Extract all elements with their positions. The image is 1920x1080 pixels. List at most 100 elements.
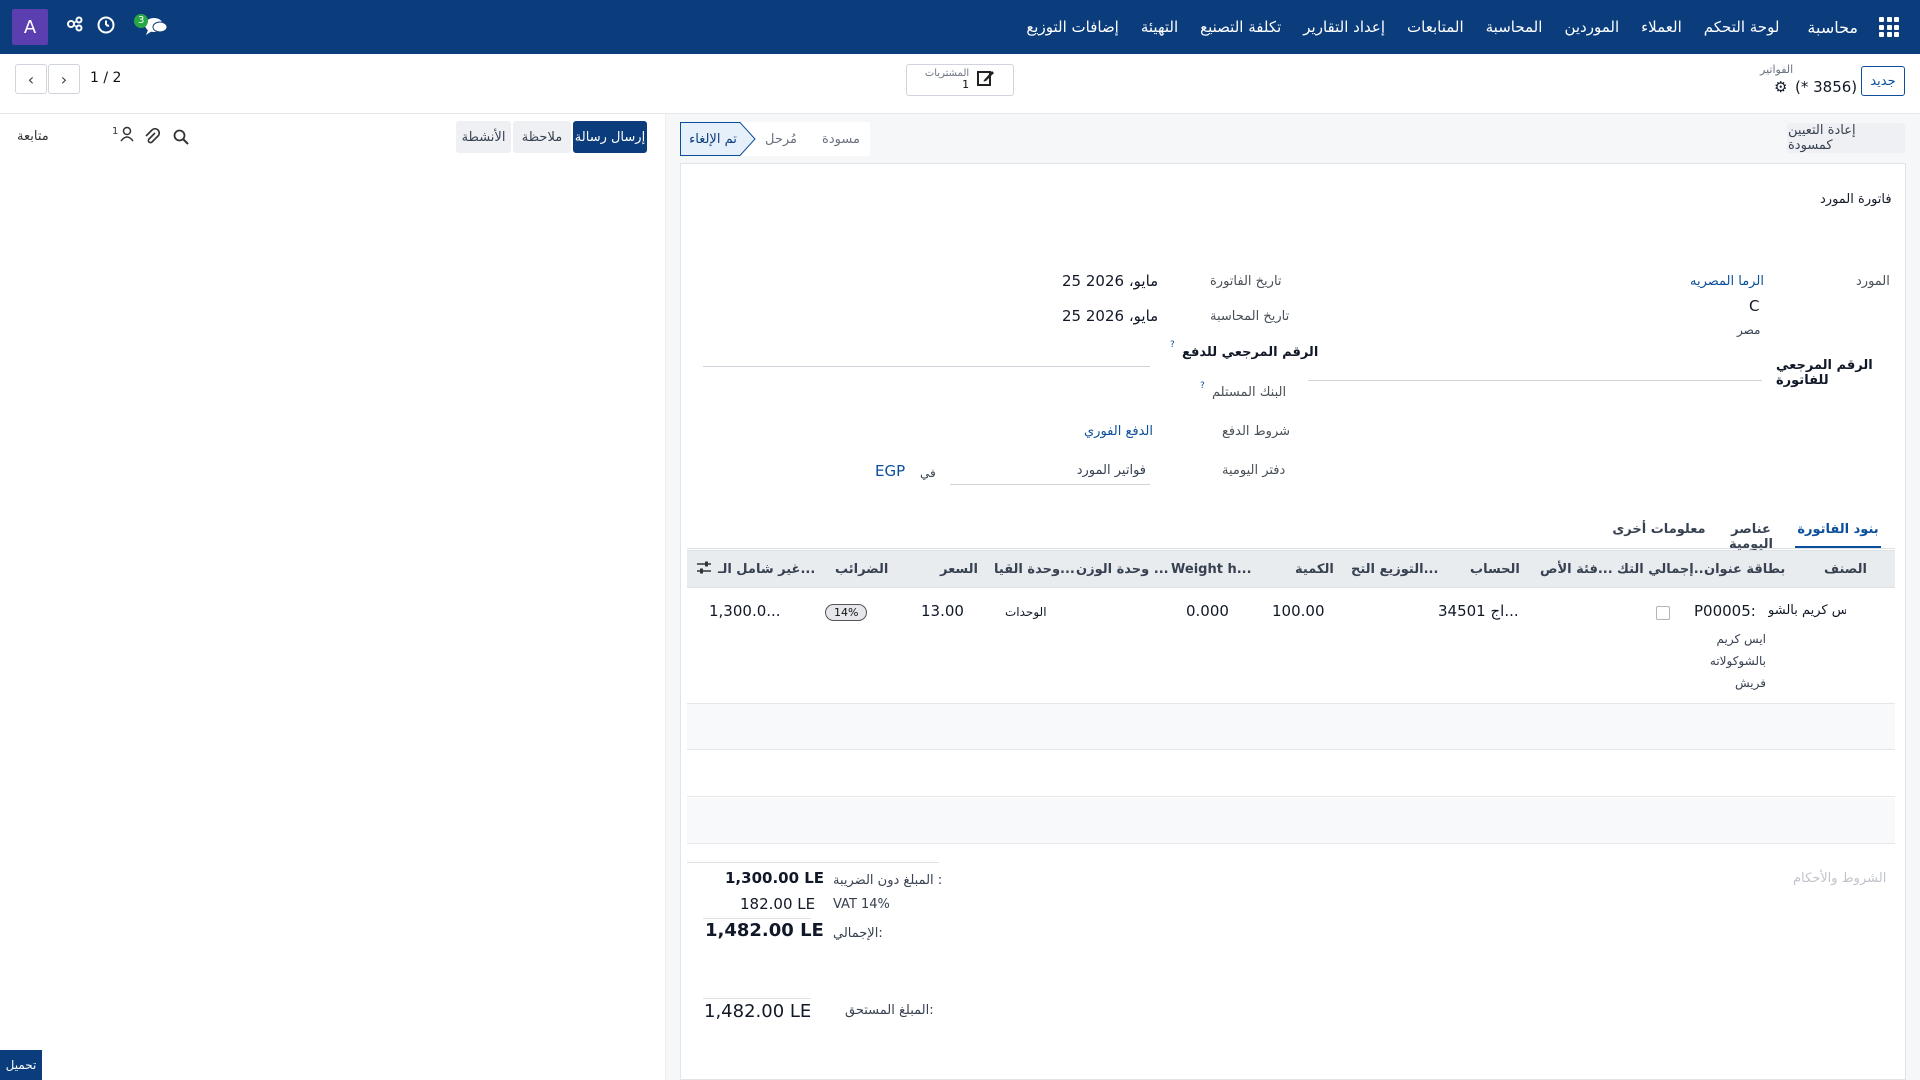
amount-due-value: 1,482.00 LE — [704, 1001, 812, 1022]
control-panel: جديد الفواتير (* 3856) ⚙ المشتريات 1 ‹ ›… — [0, 54, 1920, 114]
stage-draft[interactable]: مسودة — [812, 122, 870, 156]
th-analytic-distribution[interactable]: التوزيع التح... — [1351, 562, 1438, 577]
payment-reference-input[interactable] — [703, 366, 1150, 367]
payment-ref-help-icon[interactable]: ? — [1170, 340, 1175, 350]
status-stages: مسودة مُرحل تم الإلغاء — [680, 122, 870, 156]
accounting-date-value[interactable]: 25 مايو، 2026 — [1062, 307, 1158, 325]
vendor-address-line: C — [1749, 297, 1760, 315]
invoice-reference-input[interactable] — [1308, 380, 1762, 381]
total-value: 1,482.00 LE — [705, 920, 824, 941]
vat-value: 182.00 LE — [740, 895, 816, 913]
recipient-bank-label: البنك المستلم — [1212, 385, 1287, 400]
row-account[interactable]: 34501 اج... — [1438, 602, 1519, 620]
row-weight[interactable]: 0.000 — [1186, 602, 1229, 620]
menu-item-vendors[interactable]: الموردين — [1564, 18, 1619, 36]
payment-terms-label: شروط الدفع — [1222, 424, 1291, 439]
menu-item-configuration[interactable]: التهيئة — [1141, 18, 1178, 36]
th-account[interactable]: الحساب — [1470, 562, 1520, 577]
followers-count: 1 — [112, 126, 119, 137]
menu-item-mfg-cost[interactable]: تكلفة التصنيع — [1200, 18, 1281, 36]
row-tax-badge[interactable]: 14% — [825, 604, 868, 621]
row-quantity[interactable]: 100.00 — [1272, 602, 1325, 620]
log-note-button[interactable]: ملاحظة — [513, 121, 571, 153]
th-label[interactable]: بطاقة عنوان — [1704, 562, 1785, 577]
th-price[interactable]: السعر — [940, 562, 978, 577]
stage-posted[interactable]: مُرحل — [750, 122, 812, 156]
th-total-cost[interactable]: إجمالي التك... — [1617, 562, 1709, 577]
purchases-smart-button[interactable]: المشتريات 1 — [906, 64, 1014, 96]
row-label-code[interactable]: P00005: — [1694, 602, 1756, 620]
pager-previous-button[interactable]: ‹ — [15, 64, 47, 94]
currency-value[interactable]: EGP — [875, 462, 905, 480]
journal-label: دفتر اليومية — [1222, 463, 1286, 478]
payment-terms-value[interactable]: الدفع الفوري — [1084, 424, 1153, 439]
empty-row — [687, 751, 1895, 797]
th-asset-category[interactable]: فئة الأص... — [1540, 562, 1613, 577]
debug-tools-icon[interactable] — [66, 15, 84, 38]
pager-next-button[interactable]: › — [48, 64, 80, 94]
menu-item-customers[interactable]: العملاء — [1641, 18, 1682, 36]
breadcrumb[interactable]: الفواتير — [1760, 63, 1793, 76]
main-menu: محاسبة لوحة التحكم العملاء الموردين المح… — [1026, 0, 1858, 54]
pager-value[interactable]: 1 / 2 — [90, 70, 121, 86]
th-product[interactable]: الصنف — [1824, 562, 1867, 577]
tab-journal-items[interactable]: عناصر اليومية — [1708, 514, 1794, 552]
document-title: فاتورة المورد — [1820, 192, 1892, 207]
edit-icon — [977, 69, 995, 91]
accounting-date-label: تاريخ المحاسبة — [1210, 309, 1290, 324]
row-label-desc-1: ايس كريم — [1716, 632, 1766, 646]
untaxed-amount-value: 1,300.00 LE — [725, 869, 825, 887]
journal-select[interactable]: فواتير المورد — [950, 463, 1150, 485]
row-label-desc-3: فريش — [1735, 676, 1766, 690]
upload-button[interactable]: تحميل — [0, 1050, 42, 1080]
row-uom[interactable]: الوحدات — [1005, 605, 1047, 619]
menu-item-dashboard[interactable]: لوحة التحكم — [1704, 18, 1780, 36]
th-weight-uom[interactable]: وحدة الوزن ... — [1076, 562, 1169, 577]
table-row[interactable]: ايس كريم بالشو P00005: ايس كريم بالشوكول… — [687, 588, 1895, 704]
reset-to-draft-button[interactable]: إعادة التعيين كمسودة — [1787, 123, 1905, 153]
gear-icon[interactable]: ⚙ — [1774, 78, 1787, 96]
chevron-left-icon: ‹ — [27, 69, 35, 89]
total-label: الإجمالي: — [833, 926, 883, 941]
record-name: (* 3856) — [1795, 78, 1858, 96]
th-quantity[interactable]: الكمية — [1295, 562, 1334, 577]
row-price[interactable]: 13.00 — [921, 602, 964, 620]
row-checkbox[interactable] — [1656, 606, 1670, 620]
send-message-button[interactable]: إرسال رسالة — [573, 121, 647, 153]
totals-top-divider — [687, 862, 939, 863]
optional-columns-icon[interactable] — [696, 560, 712, 580]
row-label-description[interactable]: ايس كريم بالشوكولاته فريش — [1706, 628, 1766, 694]
new-button[interactable]: جديد — [1861, 66, 1905, 96]
menu-item-accounting[interactable]: المحاسبة — [1486, 18, 1543, 36]
paperclip-icon[interactable] — [144, 127, 161, 150]
recipient-bank-help-icon[interactable]: ? — [1200, 381, 1205, 391]
menu-item-followups[interactable]: المتابعات — [1407, 18, 1464, 36]
th-subtotal[interactable]: غير شامل الـ... — [718, 562, 815, 577]
followers-button[interactable]: 1 — [112, 126, 134, 146]
terms-conditions-placeholder[interactable]: الشروط والأحكام — [1793, 871, 1886, 886]
search-icon[interactable] — [173, 129, 189, 149]
th-weight[interactable]: Weight h... — [1171, 562, 1252, 577]
invoice-date-value[interactable]: 25 مايو، 2026 — [1062, 272, 1158, 290]
th-taxes[interactable]: الضرائب — [835, 562, 888, 577]
chatter-panel: إرسال رسالة ملاحظة الأنشطة 1 متابعة — [0, 114, 666, 1080]
vendor-name-link[interactable]: الرما المصريه — [1690, 274, 1764, 289]
menu-item-distribution-addons[interactable]: إضافات التوزيع — [1026, 18, 1119, 36]
tab-invoice-lines[interactable]: بنود الفاتورة — [1795, 514, 1881, 548]
stage-cancelled[interactable]: تم الإلغاء — [680, 122, 746, 156]
user-avatar[interactable]: A — [12, 9, 48, 45]
total-divider — [703, 918, 811, 919]
invoice-reference-label: الرقم المرجعي للفاتورة — [1776, 358, 1873, 388]
follow-button[interactable]: متابعة — [17, 129, 49, 144]
apps-menu-button[interactable] — [1858, 0, 1920, 54]
invoice-lines-header: الصنف بطاقة عنوان إجمالي التك... فئة الأ… — [687, 550, 1895, 588]
app-brand[interactable]: محاسبة — [1807, 18, 1858, 37]
chevron-right-icon: › — [60, 69, 68, 89]
tab-other-info[interactable]: معلومات أخرى — [1612, 514, 1706, 548]
menu-item-reporting[interactable]: إعداد التقارير — [1303, 18, 1385, 36]
row-product[interactable]: ايس كريم بالشو — [1768, 603, 1846, 618]
clock-activity-icon[interactable] — [97, 16, 115, 39]
top-navbar: محاسبة لوحة التحكم العملاء الموردين المح… — [0, 0, 1920, 54]
activities-button[interactable]: الأنشطة — [456, 121, 511, 153]
th-uom[interactable]: وحدة القيا... — [994, 562, 1075, 577]
